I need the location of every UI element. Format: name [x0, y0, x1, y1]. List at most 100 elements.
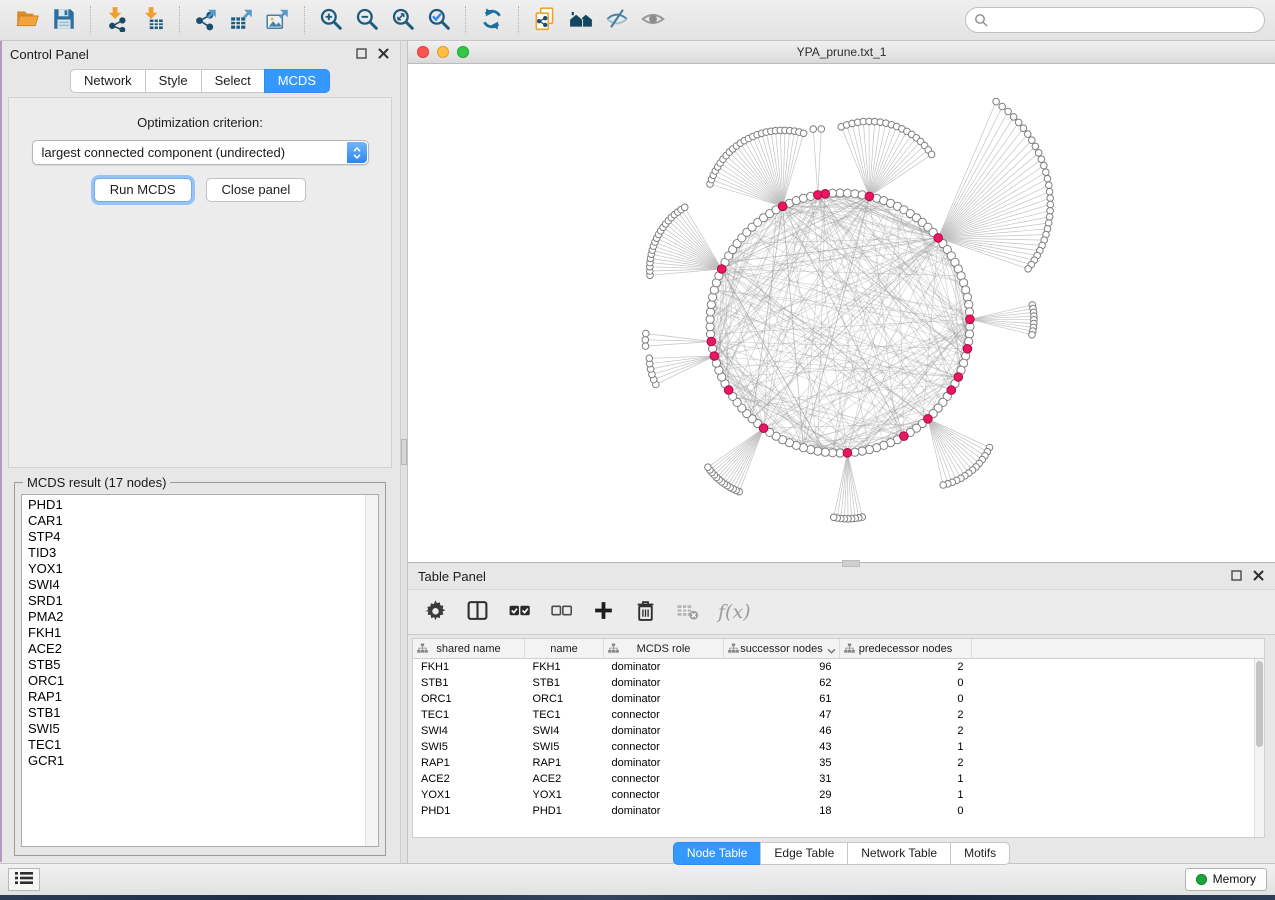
cell-predecessor_nodes[interactable]: 0 [840, 803, 972, 819]
cell-mcds_role[interactable]: dominator [604, 723, 724, 739]
cell-predecessor_nodes[interactable]: 1 [840, 739, 972, 755]
satellite-node[interactable] [1041, 162, 1048, 169]
cell-name[interactable]: FKH1 [525, 659, 604, 676]
cell-shared_name[interactable]: SWI5 [413, 739, 525, 755]
network-view-titlebar[interactable]: YPA_prune.txt_1 [408, 41, 1275, 64]
minimize-window-button[interactable] [437, 46, 449, 58]
tab-network-table[interactable]: Network Table [847, 842, 951, 865]
satellite-node[interactable] [1025, 131, 1032, 138]
mcds-result-item[interactable]: STP4 [28, 529, 365, 545]
zoom-fit-button[interactable] [385, 3, 421, 37]
satellite-node[interactable] [642, 337, 649, 344]
satellite-node[interactable] [1032, 143, 1039, 150]
cell-successor_nodes[interactable]: 29 [724, 787, 840, 803]
mcds-result-item[interactable]: SWI4 [28, 577, 365, 593]
satellite-node[interactable] [642, 343, 649, 350]
network-node[interactable] [858, 447, 866, 455]
cell-name[interactable]: SWI5 [525, 739, 604, 755]
mcds-node[interactable] [934, 234, 943, 243]
float-table-panel-button[interactable] [1230, 570, 1243, 583]
refresh-layout-button[interactable] [474, 3, 510, 37]
tab-edge-table[interactable]: Edge Table [760, 842, 848, 865]
satellite-node[interactable] [818, 126, 825, 133]
satellite-node[interactable] [1005, 108, 1012, 115]
zoom-out-button[interactable] [349, 3, 385, 37]
mcds-node[interactable] [843, 449, 852, 458]
network-node[interactable] [707, 300, 715, 308]
network-node[interactable] [963, 293, 971, 301]
save-session-button[interactable] [46, 3, 82, 37]
cell-name[interactable]: YOX1 [525, 787, 604, 803]
search-input[interactable] [965, 7, 1265, 33]
cell-mcds_role[interactable]: connector [604, 771, 724, 787]
satellite-node[interactable] [999, 103, 1006, 110]
network-node[interactable] [965, 330, 973, 338]
cell-name[interactable]: STB1 [525, 675, 604, 691]
column-header-shared_name[interactable]: shared name [413, 639, 525, 659]
satellite-node[interactable] [1010, 114, 1017, 121]
cell-predecessor_nodes[interactable]: 2 [840, 755, 972, 771]
satellite-node[interactable] [1029, 332, 1036, 339]
mcds-node[interactable] [954, 373, 963, 382]
mcds-node[interactable] [963, 345, 972, 354]
satellite-node[interactable] [928, 151, 935, 158]
tab-network[interactable]: Network [70, 69, 146, 93]
cell-shared_name[interactable]: ORC1 [413, 691, 525, 707]
mcds-node[interactable] [966, 315, 975, 324]
satellite-node[interactable] [1047, 208, 1054, 215]
cell-mcds_role[interactable]: dominator [604, 755, 724, 771]
first-neighbors-button[interactable] [563, 3, 599, 37]
mcds-node[interactable] [759, 424, 768, 433]
cell-mcds_role[interactable]: dominator [604, 659, 724, 676]
tab-motifs[interactable]: Motifs [950, 842, 1010, 865]
satellite-node[interactable] [705, 464, 712, 471]
tab-select[interactable]: Select [201, 69, 265, 93]
satellite-node[interactable] [1020, 125, 1027, 132]
optimization-select[interactable]: largest connected component (undirected) [32, 140, 369, 165]
satellite-node[interactable] [643, 330, 650, 337]
copy-network-button[interactable] [527, 3, 563, 37]
mcds-result-item[interactable]: TEC1 [28, 737, 365, 753]
mcds-node[interactable] [778, 202, 787, 211]
satellite-node[interactable] [1047, 195, 1054, 202]
cell-predecessor_nodes[interactable]: 2 [840, 659, 972, 676]
close-window-button[interactable] [417, 46, 429, 58]
table-row[interactable]: FKH1FKH1dominator962 [413, 659, 1264, 676]
table-settings-button[interactable] [424, 599, 447, 625]
satellite-node[interactable] [646, 355, 653, 362]
add-row-button[interactable] [592, 599, 615, 625]
satellite-node[interactable] [800, 130, 807, 137]
table-row[interactable]: ACE2ACE2connector311 [413, 771, 1264, 787]
cell-mcds_role[interactable]: connector [604, 787, 724, 803]
satellite-node[interactable] [830, 514, 837, 521]
cell-name[interactable]: RAP1 [525, 755, 604, 771]
mcds-result-item[interactable]: ACE2 [28, 641, 365, 657]
table-row[interactable]: STB1STB1dominator620 [413, 675, 1264, 691]
panel-menu-button[interactable] [8, 868, 40, 891]
import-table-button[interactable] [135, 3, 171, 37]
export-network-button[interactable] [188, 3, 224, 37]
mcds-result-item[interactable]: SWI5 [28, 721, 365, 737]
float-panel-button[interactable] [355, 48, 368, 61]
cell-mcds_role[interactable]: dominator [604, 691, 724, 707]
hide-selected-button[interactable] [599, 3, 635, 37]
network-node[interactable] [706, 308, 714, 316]
mcds-node[interactable] [821, 190, 830, 199]
maximize-window-button[interactable] [457, 46, 469, 58]
network-node[interactable] [851, 190, 859, 198]
satellite-node[interactable] [993, 98, 1000, 105]
cell-mcds_role[interactable]: connector [604, 707, 724, 723]
mcds-result-item[interactable]: RAP1 [28, 689, 365, 705]
cell-shared_name[interactable]: STB1 [413, 675, 525, 691]
mcds-node[interactable] [717, 265, 726, 274]
satellite-node[interactable] [1046, 188, 1053, 195]
cell-name[interactable]: ORC1 [525, 691, 604, 707]
tab-node-table[interactable]: Node Table [673, 842, 762, 865]
mcds-result-item[interactable]: PHD1 [28, 497, 365, 513]
cell-successor_nodes[interactable]: 96 [724, 659, 840, 676]
cell-predecessor_nodes[interactable]: 2 [840, 723, 972, 739]
mcds-result-item[interactable]: STB5 [28, 657, 365, 673]
zoom-selected-button[interactable] [421, 3, 457, 37]
close-panel-button[interactable] [377, 48, 390, 61]
mcds-node[interactable] [710, 352, 719, 361]
